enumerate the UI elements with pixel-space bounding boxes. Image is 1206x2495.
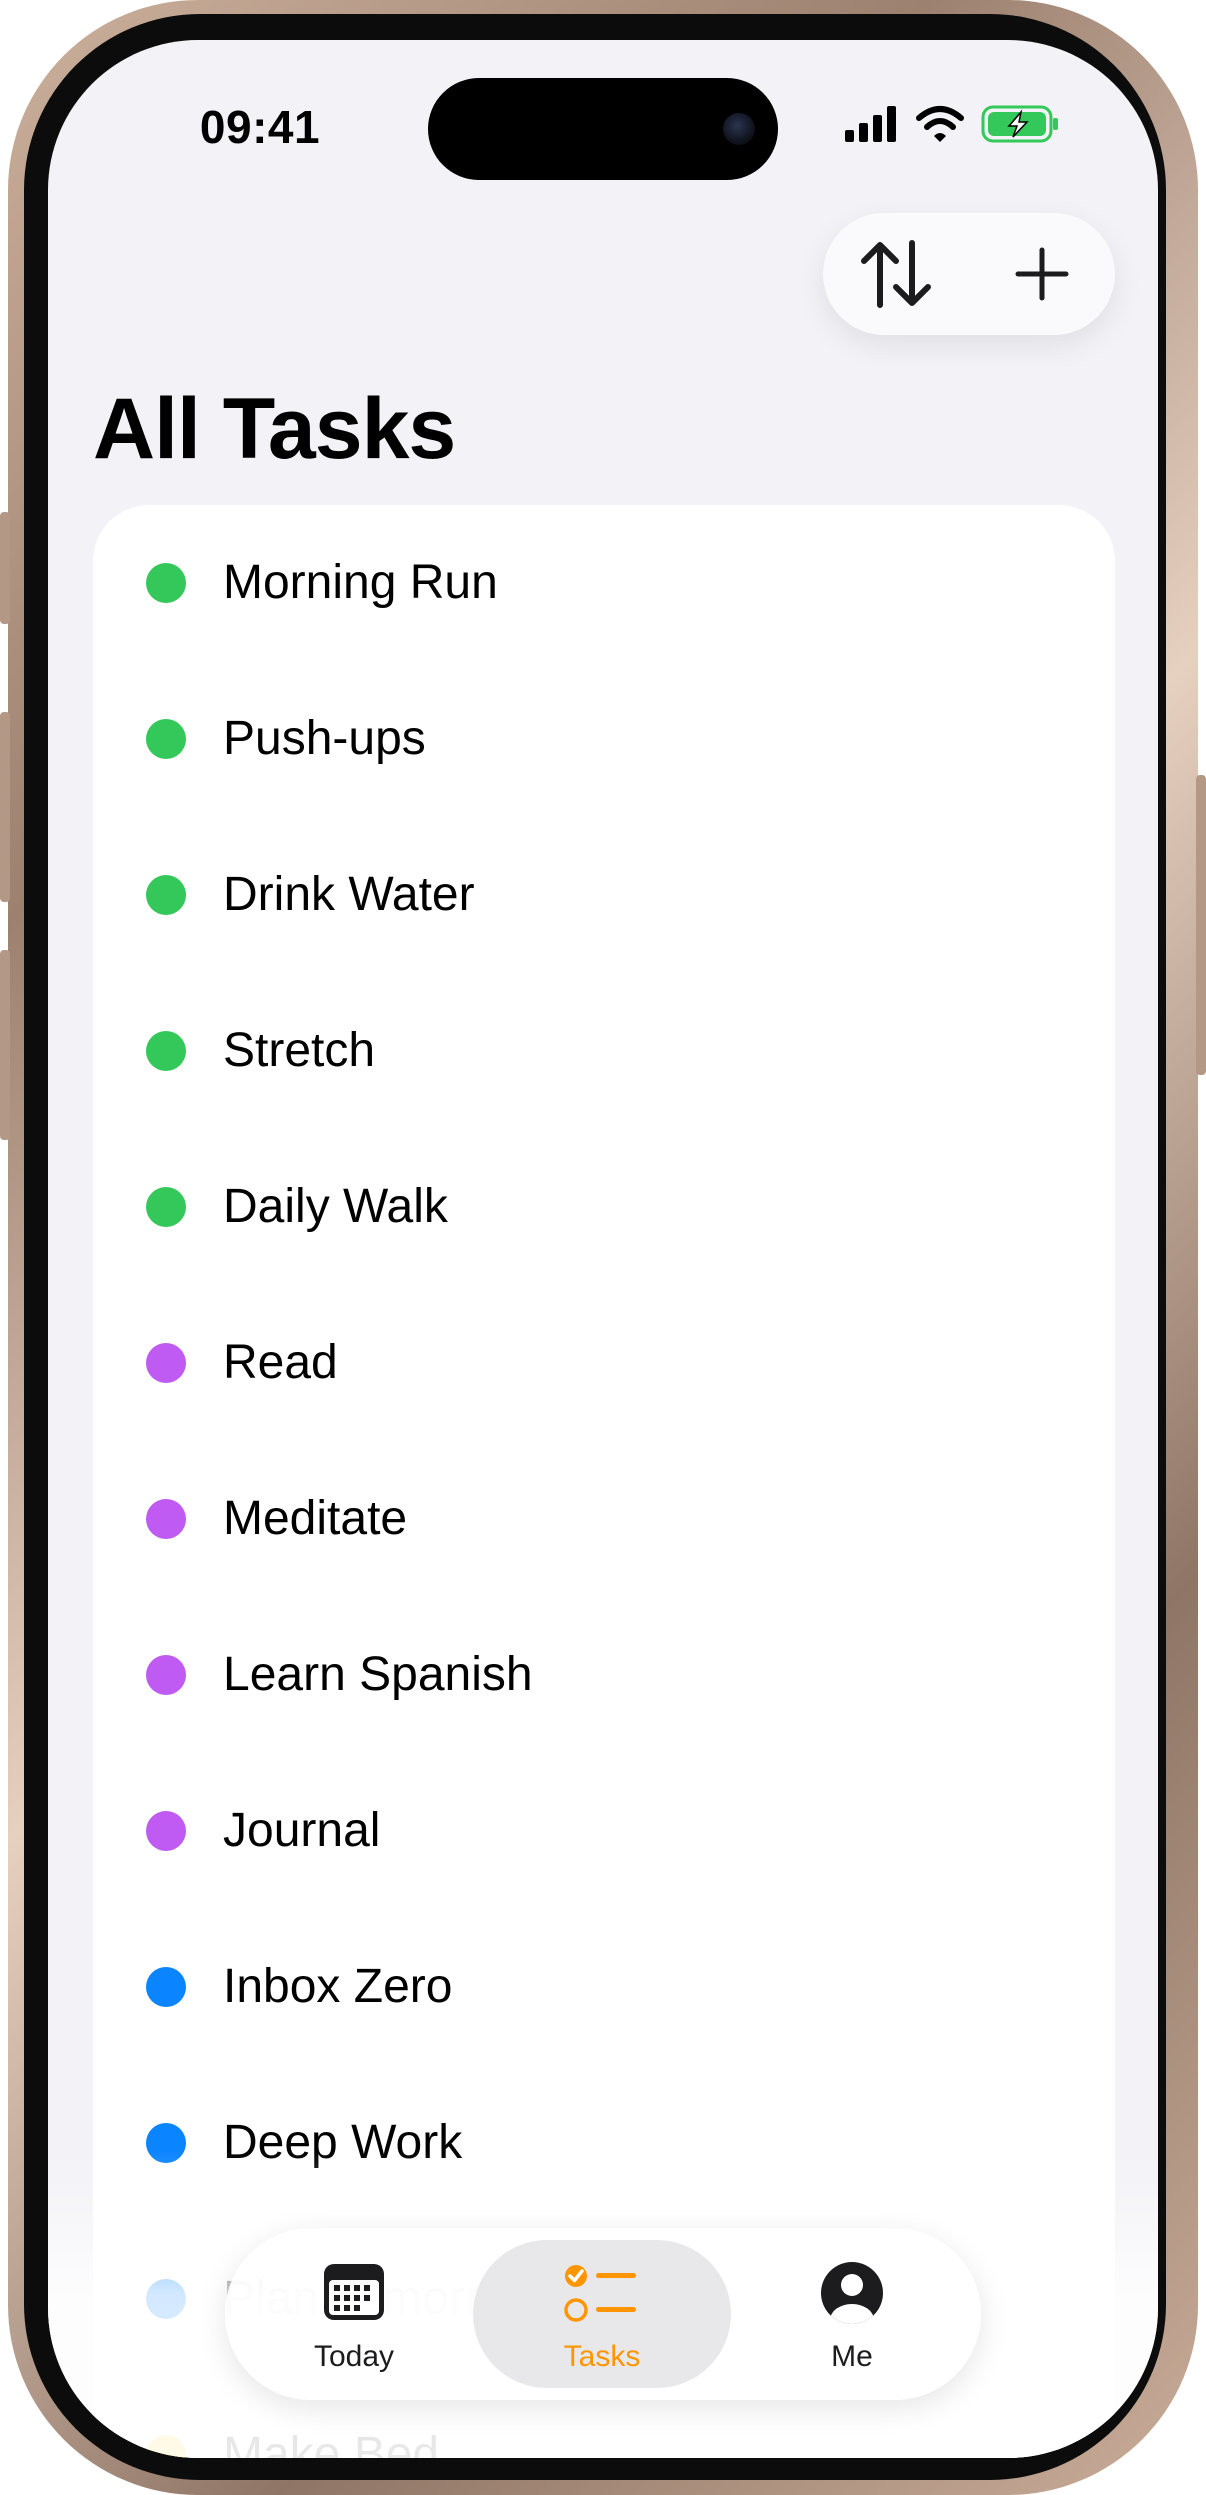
sort-button[interactable] <box>823 213 969 335</box>
task-label: Push-ups <box>223 712 426 765</box>
plus-icon <box>1015 247 1069 301</box>
task-row[interactable]: Morning Run <box>93 505 1115 661</box>
task-label: Daily Walk <box>223 1180 448 1233</box>
task-row[interactable]: Journal <box>93 1753 1115 1909</box>
page-title: All Tasks <box>93 381 456 477</box>
task-row[interactable]: Read <box>93 1285 1115 1441</box>
task-color-dot <box>146 875 186 915</box>
task-label: Read <box>223 1336 338 1389</box>
task-label: Morning Run <box>223 556 498 609</box>
task-label: Stretch <box>223 1024 376 1077</box>
task-color-dot <box>146 1967 186 2007</box>
task-row[interactable]: Learn Spanish <box>93 1597 1115 1753</box>
task-color-dot <box>146 1031 186 1071</box>
task-color-dot <box>146 1499 186 1539</box>
wifi-icon <box>916 106 964 142</box>
arrow-up-down-icon <box>861 240 931 308</box>
toolbar-pill <box>823 213 1115 335</box>
task-color-dot <box>146 563 186 603</box>
task-color-dot <box>146 1655 186 1695</box>
tab-me[interactable]: Me <box>723 2240 981 2388</box>
battery-charging-icon <box>981 105 1058 143</box>
task-label: Journal <box>223 1804 381 1857</box>
cellular-signal-icon <box>845 106 896 142</box>
add-task-button[interactable] <box>969 213 1115 335</box>
task-color-dot <box>146 1343 186 1383</box>
screen: 09:41 All Tasks Morning Run Push-ups Dri… <box>48 40 1158 2458</box>
task-label: Meditate <box>223 1492 408 1545</box>
tab-label: Today <box>313 2340 395 2373</box>
checklist-icon <box>564 2265 636 2322</box>
task-label: Learn Spanish <box>223 1648 533 1701</box>
status-time: 09:41 <box>199 101 321 153</box>
camera-icon <box>723 113 755 145</box>
task-label: Drink Water <box>223 868 475 921</box>
power-button <box>1196 775 1206 1075</box>
tab-label: Tasks <box>563 2340 641 2373</box>
task-row[interactable]: Push-ups <box>93 661 1115 817</box>
task-color-dot <box>146 1187 186 1227</box>
tab-bar: Today Tasks Me <box>225 2228 981 2400</box>
task-label: Inbox Zero <box>223 1960 453 2013</box>
task-row[interactable]: Inbox Zero <box>93 1909 1115 2065</box>
task-row[interactable]: Stretch <box>93 973 1115 1129</box>
volume-down-button <box>0 950 10 1140</box>
tab-label: Me <box>831 2340 873 2373</box>
action-button <box>0 512 10 624</box>
tab-tasks[interactable]: Tasks <box>473 2240 731 2388</box>
calendar-icon <box>324 2264 384 2320</box>
task-color-dot <box>146 1811 186 1851</box>
volume-up-button <box>0 712 10 902</box>
dynamic-island <box>428 78 778 180</box>
task-row[interactable]: Daily Walk <box>93 1129 1115 1285</box>
person-circle-icon <box>821 2262 883 2324</box>
task-row[interactable]: Meditate <box>93 1441 1115 1597</box>
tab-today[interactable]: Today <box>225 2240 483 2388</box>
task-row[interactable]: Drink Water <box>93 817 1115 973</box>
task-color-dot <box>146 719 186 759</box>
